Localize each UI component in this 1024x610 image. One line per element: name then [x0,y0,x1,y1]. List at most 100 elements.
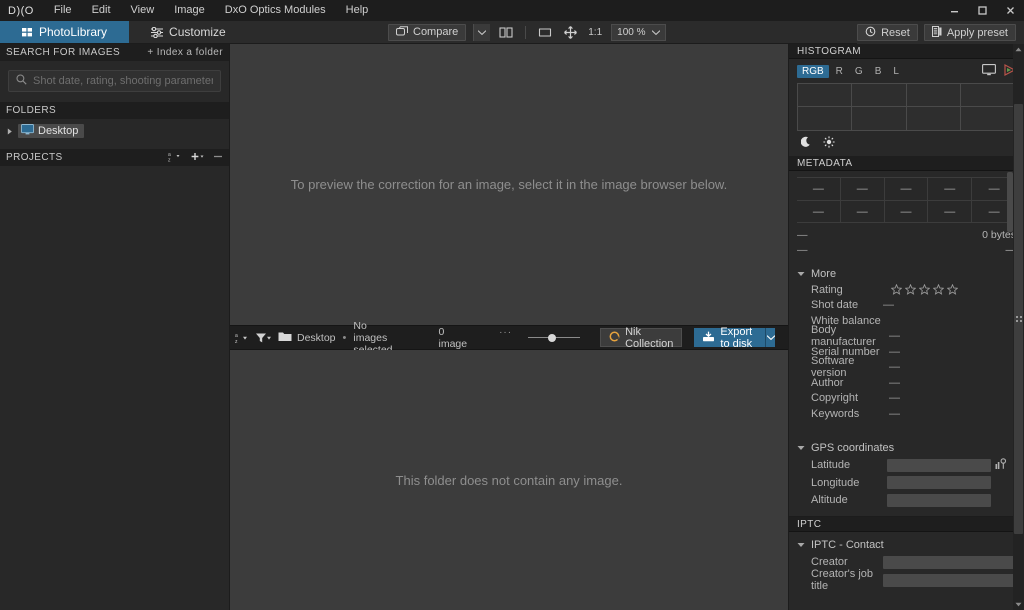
metadata-field-value: — [883,299,894,312]
browser-separator: • [342,331,347,344]
tree-item-desktop[interactable]: Desktop [0,123,229,139]
nik-collection-label: Nik Collection [625,325,674,350]
export-dropdown[interactable] [765,328,776,347]
compare-dropdown[interactable] [473,23,491,41]
slider-knob[interactable] [548,333,557,342]
metadata-cell: — [928,200,973,222]
histogram-tab-g[interactable]: G [850,65,868,78]
metadata-field-label: Body manufacturer [811,324,876,349]
search-container [0,61,229,102]
maximize-icon[interactable] [968,0,996,21]
gps-latitude-label: Latitude [811,459,851,472]
menu-help[interactable]: Help [336,0,379,21]
metadata-field-value: — [889,361,900,374]
compare-label: Compare [413,26,459,38]
metadata-cell: — [884,200,929,222]
histogram-tab-r[interactable]: R [831,65,848,78]
histogram-cell [906,84,961,107]
close-icon[interactable] [996,0,1024,21]
sort-az-icon[interactable]: a z [168,151,183,165]
scrollbar-thumb[interactable] [1014,104,1023,534]
histogram-actions [982,64,1016,79]
histogram-tab-l[interactable]: L [888,65,904,78]
metadata-cell: — [841,178,885,200]
chevron-down-icon [797,539,805,551]
image-viewer: To preview the correction for an image, … [230,44,788,325]
gps-group-header[interactable]: GPS coordinates [797,440,1016,457]
gps-longitude-row: Longitude [797,474,1016,492]
moon-icon[interactable] [800,136,813,151]
metadata-filesize-row: — 0 bytes [797,227,1016,242]
metadata-more-group-header[interactable]: More [797,265,1016,282]
preset-icon [931,25,942,40]
scroll-down-icon[interactable] [1013,599,1024,610]
reset-button[interactable]: Reset [857,24,918,41]
compare-button[interactable]: Compare [388,23,467,41]
histogram-cell [798,107,853,130]
svg-text:z: z [235,339,238,344]
iptc-creator-input[interactable] [883,555,1016,569]
metadata-cell: — [840,200,885,222]
metadata-field-value: — [889,345,900,358]
gps-altitude-row: Altitude [797,492,1016,510]
compare-icon [396,25,408,39]
tab-customize-label: Customize [169,25,226,39]
star-icon [891,284,902,296]
viewer-empty-message: To preview the correction for an image, … [290,177,728,192]
browser-sort-control[interactable]: a z [234,332,249,344]
gps-longitude-input[interactable] [887,476,991,490]
star-icon [947,284,958,296]
menu-view[interactable]: View [121,0,165,21]
monitor-icon[interactable] [982,64,996,79]
search-input[interactable] [33,75,213,87]
fit-to-screen-icon[interactable] [536,24,554,41]
thumbnail-size-slider[interactable] [528,333,581,342]
window-controls [940,0,1024,21]
reset-label: Reset [881,26,910,39]
chevron-right-icon[interactable] [5,128,14,135]
remove-project-icon[interactable] [213,151,223,165]
filmstrip-empty-message: This folder does not contain any image. [395,472,623,488]
menu-edit[interactable]: Edit [82,0,121,21]
metadata-title: METADATA [797,157,853,169]
index-folder-link[interactable]: + Index a folder [147,47,223,58]
minimize-icon[interactable] [940,0,968,21]
browser-filter-control[interactable] [255,332,272,344]
metadata-inner-scrollbar[interactable] [1007,172,1013,232]
histogram-tab-b[interactable]: B [870,65,887,78]
menu-dxo-optics-modules[interactable]: DxO Optics Modules [215,0,336,21]
histogram-clipping-controls [789,131,1024,156]
menu-file[interactable]: File [44,0,82,21]
tab-photolibrary[interactable]: PhotoLibrary [0,21,130,43]
gps-latitude-input[interactable] [887,458,991,472]
split-view-icon[interactable] [497,24,515,41]
iptc-job-title-input[interactable] [883,573,1016,587]
nik-collection-button[interactable]: Nik Collection [600,325,683,350]
right-panel-scrollbar[interactable] [1013,44,1024,610]
browser-folder-name: Desktop [297,331,336,344]
gps-altitude-input[interactable] [887,493,991,507]
add-project-icon[interactable] [191,151,205,165]
histogram-title: HISTOGRAM [797,45,861,57]
scroll-up-icon[interactable] [1013,44,1024,55]
folders-section-header: FOLDERS [0,102,229,119]
zoom-level-value: 100 % [617,26,646,38]
zoom-ratio-label[interactable]: 1:1 [586,27,604,38]
rating-stars[interactable] [883,284,958,296]
iptc-contact-group-header[interactable]: IPTC - Contact [797,536,1016,553]
export-to-disk-button[interactable]: Export to disk [694,326,766,350]
sun-icon[interactable] [823,136,835,151]
browser-overflow-icon[interactable]: ··· [499,327,512,338]
gps-latitude-row: Latitude [797,457,1016,475]
metadata-rating-row[interactable]: Rating [797,282,1016,298]
pan-icon[interactable] [561,24,579,41]
map-pin-icon[interactable] [995,457,1007,473]
metadata-field-label: Software version [811,355,855,380]
menu-image[interactable]: Image [164,0,215,21]
search-section-title: SEARCH FOR IMAGES [6,47,121,58]
search-box[interactable] [8,70,221,92]
apply-preset-button[interactable]: Apply preset [923,24,1016,41]
zoom-level-select[interactable]: 100 % [611,23,666,41]
histogram-tab-rgb[interactable]: RGB [797,65,829,78]
sliders-icon [151,26,164,38]
